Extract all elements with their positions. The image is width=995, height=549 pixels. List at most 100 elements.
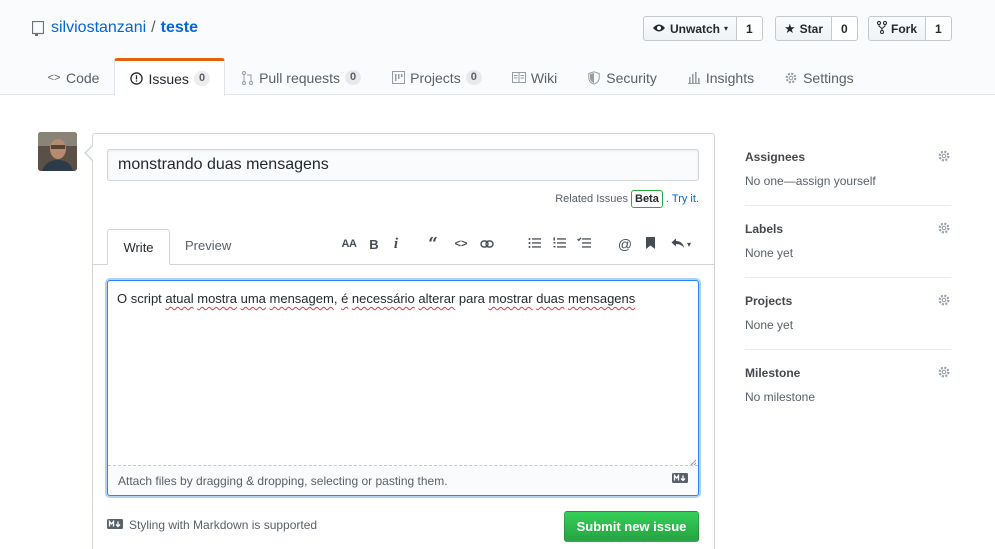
eye-icon: [652, 22, 666, 36]
tab-insights[interactable]: Insights: [672, 58, 769, 96]
tab-code-label: Code: [66, 69, 100, 86]
repo-nav-tabs: <> Code Issues 0 Pull requests 0 Project…: [32, 58, 869, 96]
attach-files-text: Attach files by dragging & dropping, sel…: [118, 473, 448, 488]
gear-icon[interactable]: [937, 221, 951, 235]
repo-title: silviostanzani / teste: [32, 19, 198, 37]
project-icon: [391, 71, 405, 85]
star-button[interactable]: ★ Star: [775, 16, 832, 41]
write-tab[interactable]: Write: [107, 229, 170, 265]
sidebar-divider: [745, 205, 951, 206]
unordered-list-button[interactable]: [526, 234, 542, 254]
editor-tabnav: [93, 264, 715, 265]
tab-projects[interactable]: Projects 0: [376, 58, 497, 96]
star-group: ★ Star 0: [775, 16, 858, 41]
milestone-value: No milestone: [745, 390, 816, 404]
quote-icon: “: [428, 234, 438, 254]
markdown-support-label: Styling with Markdown is supported: [129, 518, 318, 532]
comment-text-segment: O script: [117, 291, 166, 306]
star-count[interactable]: 0: [832, 16, 858, 41]
markdown-icon: [107, 518, 123, 532]
sidebar-labels: Labels None yet: [745, 222, 951, 260]
submit-new-issue-button[interactable]: Submit new issue: [564, 511, 699, 542]
gear-icon[interactable]: [937, 149, 951, 163]
related-issues-label: Related Issues: [555, 193, 628, 205]
gear-icon[interactable]: [937, 365, 951, 379]
fork-label: Fork: [891, 21, 918, 36]
tab-security[interactable]: Security: [572, 58, 672, 96]
code-button[interactable]: <>: [453, 234, 469, 254]
misspelled-word: necessário: [351, 291, 415, 306]
projects-value: None yet: [745, 318, 794, 332]
italic-button[interactable]: i: [390, 234, 402, 254]
repo-owner-link[interactable]: silviostanzani: [51, 19, 146, 37]
assignees-heading[interactable]: Assignees: [745, 150, 951, 164]
tab-settings-label: Settings: [803, 69, 854, 86]
markdown-support-note[interactable]: Styling with Markdown is supported: [107, 518, 317, 532]
unwatch-button[interactable]: Unwatch ▾: [643, 16, 738, 41]
comment-textarea[interactable]: O script atual mostra uma mensagem, é ne…: [107, 280, 699, 496]
misspelled-word: mensagem: [269, 291, 334, 306]
gear-icon[interactable]: [937, 293, 951, 307]
misspelled-word: mostra: [197, 291, 237, 306]
fork-count[interactable]: 1: [926, 16, 952, 41]
comment-text-segment: ,: [333, 291, 342, 306]
quote-button[interactable]: “: [426, 234, 440, 254]
misspelled-word: duas: [536, 291, 565, 306]
resize-handle[interactable]: [688, 455, 697, 468]
fork-icon: [877, 20, 887, 37]
repo-icon: [32, 20, 44, 36]
tab-projects-label: Projects: [410, 69, 461, 86]
watch-group: Unwatch ▾ 1: [643, 16, 763, 41]
bold-button[interactable]: B: [368, 234, 380, 254]
tab-pull-requests-label: Pull requests: [259, 69, 340, 86]
unwatch-label: Unwatch: [670, 21, 721, 36]
issue-title-input[interactable]: monstrando duas mensagens: [107, 149, 699, 181]
fork-group: Fork 1: [868, 16, 952, 41]
misspelled-word: atual: [165, 291, 194, 306]
code-icon: <>: [47, 71, 61, 84]
reply-menu-button[interactable]: ▾: [668, 234, 694, 254]
mention-icon: @: [617, 236, 633, 252]
shield-icon: [587, 70, 601, 85]
sidebar-divider: [745, 277, 951, 278]
tab-pull-requests-count: 0: [345, 70, 362, 85]
tab-wiki[interactable]: Wiki: [497, 58, 572, 96]
tab-code[interactable]: <> Code: [32, 58, 114, 96]
comment-body-text: O script atual mostra uma mensagem, é ne…: [117, 291, 635, 306]
projects-heading[interactable]: Projects: [745, 294, 951, 308]
saved-replies-button[interactable]: [643, 234, 657, 254]
tab-issues[interactable]: Issues 0: [114, 58, 226, 96]
tab-projects-count: 0: [465, 70, 482, 85]
tab-pull-requests[interactable]: Pull requests 0: [225, 58, 376, 96]
tab-issues-count: 0: [193, 71, 211, 86]
tab-settings[interactable]: Settings: [769, 58, 869, 96]
bookmark-icon: [645, 236, 655, 252]
try-it-link[interactable]: Try it.: [672, 193, 699, 205]
header-text-button[interactable]: AA: [340, 234, 358, 254]
repo-name-link[interactable]: teste: [161, 19, 198, 37]
sidebar-milestone: Milestone No milestone: [745, 366, 951, 404]
git-pull-request-icon: [240, 70, 254, 85]
issue-opened-icon: [129, 72, 143, 86]
assignees-value[interactable]: No one—assign yourself: [745, 174, 951, 188]
repo-header: silviostanzani / teste Unwatch ▾ 1 ★ Sta…: [0, 0, 995, 96]
tasklist-icon: [577, 236, 591, 252]
task-list-button[interactable]: [576, 234, 592, 254]
fork-button[interactable]: Fork: [868, 16, 927, 41]
list-unordered-icon: [528, 237, 541, 252]
mention-button[interactable]: @: [617, 234, 633, 254]
labels-heading[interactable]: Labels: [745, 222, 951, 236]
code-icon: <>: [454, 238, 468, 250]
ordered-list-button[interactable]: [551, 234, 567, 254]
file-attach-area[interactable]: Attach files by dragging & dropping, sel…: [108, 465, 698, 495]
preview-tab[interactable]: Preview: [185, 238, 231, 253]
link-button[interactable]: [479, 234, 495, 254]
chevron-down-icon: ▾: [686, 239, 691, 249]
repo-separator: /: [151, 19, 156, 36]
list-ordered-icon: [553, 237, 566, 252]
watch-count[interactable]: 1: [737, 16, 763, 41]
avatar[interactable]: [38, 132, 77, 171]
tab-wiki-label: Wiki: [530, 69, 558, 86]
milestone-heading[interactable]: Milestone: [745, 366, 951, 380]
labels-value: None yet: [745, 246, 794, 260]
